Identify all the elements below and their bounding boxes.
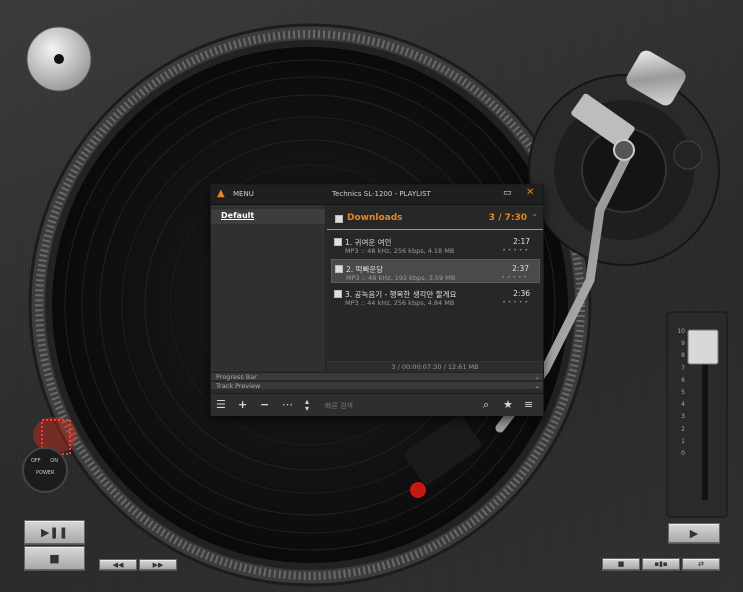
rating-icon[interactable]: •••••	[502, 247, 530, 254]
rewind-button[interactable]: ◀◀	[99, 559, 137, 570]
power-off-label: OFF	[31, 458, 41, 464]
deck-button-1[interactable]: ■	[602, 558, 640, 570]
playlist-title: Technics SL-1200 - PLAYLIST	[332, 190, 431, 198]
equalizer-icon: ▪▮▪	[654, 560, 668, 568]
sidebar-item-label: Default	[221, 211, 255, 220]
track-duration: 2:36	[513, 289, 530, 298]
progress-bar-label: Progress Bar	[216, 373, 257, 381]
collapse-icon[interactable]: ⌃	[531, 213, 538, 222]
stop-small-icon: ■	[617, 560, 625, 568]
track-checkbox[interactable]	[334, 290, 342, 298]
power-on-label: ON	[50, 458, 58, 464]
playlist-tracks-panel: Downloads 3 / 7:30 ⌃ 1. 귀여운 여인 MP3 :: 48…	[327, 205, 543, 372]
search-icon[interactable]: ⌕	[483, 398, 489, 412]
track-duration: 2:17	[513, 237, 530, 246]
play-pause-icon: ▶❚❚	[41, 525, 68, 539]
track-checkbox[interactable]	[334, 238, 342, 246]
quick-search-input[interactable]	[319, 397, 479, 414]
track-row[interactable]: 3. 공녹음기 - 행복한 생각만 할게요 MP3 :: 44 kHz, 256…	[331, 285, 540, 309]
menu-button[interactable]: MENU	[233, 190, 254, 198]
add-icon[interactable]: +	[238, 398, 247, 412]
play-icon: ▶	[689, 526, 699, 540]
playlist-titlebar: ▲ MENU Technics SL-1200 - PLAYLIST ▭ ✕	[211, 185, 543, 205]
remove-icon[interactable]: −	[260, 398, 269, 412]
sidebar-item-default[interactable]: Default	[211, 209, 325, 224]
turntable-deck: OFF ON POWER 10 9 8 765 432 10 ▶❚❚ ■ ◀◀ ▶▶…	[0, 0, 743, 592]
sort-icon[interactable]: ▴ ▾	[305, 398, 309, 413]
play-pause-button[interactable]: ▶❚❚	[24, 520, 85, 544]
track-preview-label: Track Preview	[216, 382, 261, 390]
track-info: MP3 :: 44 kHz, 256 kbps, 4.84 MB	[345, 299, 455, 307]
close-icon[interactable]: ✕	[526, 187, 534, 198]
repeat-icon: ⇄	[698, 560, 704, 568]
more-icon[interactable]: ⋯	[282, 398, 293, 412]
track-row[interactable]: 1. 귀여운 여인 MP3 :: 48 kHz, 256 kbps, 4.18 …	[331, 233, 540, 257]
menu-icon[interactable]: ≡	[524, 398, 533, 412]
forward-icon: ▶▶	[152, 560, 164, 569]
group-count: 3 / 7:30	[488, 213, 527, 223]
group-header[interactable]: Downloads 3 / 7:30 ⌃	[327, 211, 543, 230]
group-name: Downloads	[347, 213, 403, 223]
pitch-scale: 10 9 8 765 432 10	[677, 328, 685, 458]
track-info: MP3 :: 48 kHz, 192 kbps, 3.59 MB	[346, 274, 456, 282]
playlist-toolbar: ☰ + − ⋯ ▴▾ ⌕ ★ ≡	[211, 393, 543, 416]
list-icon[interactable]: ☰	[216, 398, 226, 412]
track-checkbox[interactable]	[335, 265, 343, 273]
playlist-sidebar: Default	[211, 205, 326, 371]
expand-icon[interactable]: ⌄	[535, 373, 540, 381]
expand-icon[interactable]: ⌄	[535, 382, 540, 390]
rating-icon[interactable]: •••••	[501, 274, 529, 281]
track-info: MP3 :: 48 kHz, 256 kbps, 4.18 MB	[345, 247, 455, 255]
playlist-status: 3 / 00:00:07:30 / 12.61 MB	[327, 361, 543, 372]
start-button[interactable]: ▶	[668, 523, 720, 543]
stop-button[interactable]: ■	[24, 546, 85, 570]
rewind-icon: ◀◀	[112, 560, 124, 569]
rating-icon[interactable]: •••••	[502, 299, 530, 306]
deck-button-2[interactable]: ▪▮▪	[642, 558, 680, 570]
track-row-selected[interactable]: 2. 떡빠운당 MP3 :: 48 kHz, 192 kbps, 3.59 MB…	[331, 259, 540, 283]
playlist-window: ▲ MENU Technics SL-1200 - PLAYLIST ▭ ✕ D…	[210, 184, 544, 416]
progress-bar-row[interactable]: Progress Bar ⌄	[211, 372, 543, 381]
track-duration: 2:37	[512, 264, 529, 273]
logo-icon[interactable]: ▲	[217, 188, 225, 199]
repeat-button[interactable]: ⇄	[682, 558, 720, 570]
track-preview-row[interactable]: Track Preview ⌄	[211, 381, 543, 390]
group-checkbox[interactable]	[335, 215, 343, 223]
power-switch-labels[interactable]: OFF ON POWER	[31, 458, 61, 476]
power-label: POWER	[36, 470, 55, 476]
star-icon[interactable]: ★	[503, 398, 513, 412]
forward-button[interactable]: ▶▶	[139, 559, 177, 570]
maximize-icon[interactable]: ▭	[503, 188, 512, 198]
stop-icon: ■	[49, 551, 60, 565]
